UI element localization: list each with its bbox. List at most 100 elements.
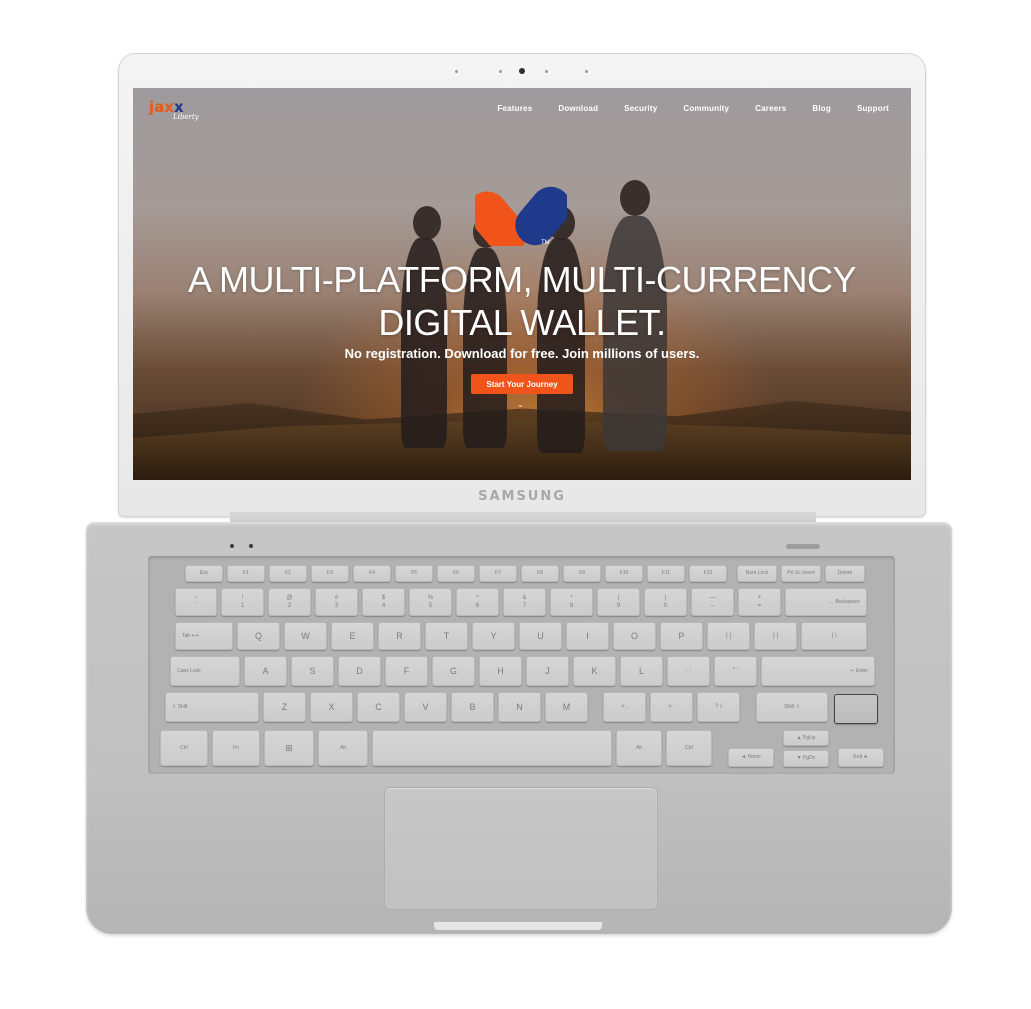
sensor-dot xyxy=(545,70,548,73)
nav-download[interactable]: Download xyxy=(558,104,598,113)
key-6[interactable]: ^ 6 xyxy=(456,588,499,616)
key-home[interactable]: ◄ Home xyxy=(728,748,774,767)
key-comma[interactable]: < , xyxy=(603,692,646,722)
key-left-ctrl[interactable]: Ctrl xyxy=(160,730,208,766)
nav-support[interactable]: Support xyxy=(857,104,889,113)
key-insert[interactable]: Prt Sc Insert xyxy=(781,565,821,582)
key-enter[interactable]: ↵ Enter xyxy=(761,656,875,686)
key-page-down[interactable]: ▼ PgDn xyxy=(783,750,829,767)
key-b[interactable]: B xyxy=(451,692,494,722)
key-x[interactable]: X xyxy=(310,692,353,722)
jaxx-logo-mark-icon: TM xyxy=(475,186,567,246)
hero-headline: A MULTI-PLATFORM, MULTI-CURRENCY DIGITAL… xyxy=(133,258,911,344)
trackpad[interactable] xyxy=(384,787,658,910)
windows-key-icon[interactable]: ⊞ xyxy=(264,730,314,766)
key-w[interactable]: W xyxy=(284,622,327,650)
key-f2[interactable]: F2 xyxy=(269,565,307,582)
key-i[interactable]: I xyxy=(566,622,609,650)
key-f9[interactable]: F9 xyxy=(563,565,601,582)
key-d[interactable]: D xyxy=(338,656,381,686)
power-button[interactable] xyxy=(786,544,820,549)
key-8[interactable]: * 8 xyxy=(550,588,593,616)
key-f6[interactable]: F6 xyxy=(437,565,475,582)
key-1[interactable]: ! 1 xyxy=(221,588,264,616)
key-f8[interactable]: F8 xyxy=(521,565,559,582)
key-right-bracket[interactable]: } ] xyxy=(754,622,797,650)
key-left-bracket[interactable]: { [ xyxy=(707,622,750,650)
key-page-up[interactable]: ▲ PgUp xyxy=(783,730,829,746)
key-f11[interactable]: F11 xyxy=(647,565,685,582)
key-t[interactable]: T xyxy=(425,622,468,650)
key-f10[interactable]: F10 xyxy=(605,565,643,582)
key-0[interactable]: ) 0 xyxy=(644,588,687,616)
nav-community[interactable]: Community xyxy=(683,104,729,113)
key-y[interactable]: Y xyxy=(472,622,515,650)
key-u[interactable]: U xyxy=(519,622,562,650)
nav-features[interactable]: Features xyxy=(497,104,532,113)
key-esc[interactable]: Esc xyxy=(185,565,223,582)
nav-careers[interactable]: Careers xyxy=(755,104,786,113)
key-f1[interactable]: F1 xyxy=(227,565,265,582)
key-e[interactable]: E xyxy=(331,622,374,650)
key-5[interactable]: % 5 xyxy=(409,588,452,616)
key-c[interactable]: C xyxy=(357,692,400,722)
key-minus[interactable]: — – xyxy=(691,588,734,616)
key-equals[interactable]: + = xyxy=(738,588,781,616)
key-r[interactable]: R xyxy=(378,622,421,650)
nav-security[interactable]: Security xyxy=(624,104,657,113)
key-s[interactable]: S xyxy=(291,656,334,686)
key-delete[interactable]: Delete xyxy=(825,565,865,582)
key-g[interactable]: G xyxy=(432,656,475,686)
key-fingerprint[interactable] xyxy=(834,694,878,724)
key-f4[interactable]: F4 xyxy=(353,565,391,582)
key-f7[interactable]: F7 xyxy=(479,565,517,582)
key-o[interactable]: O xyxy=(613,622,656,650)
key-7[interactable]: & 7 xyxy=(503,588,546,616)
key-left-alt[interactable]: Alt xyxy=(318,730,368,766)
key-9[interactable]: (9 xyxy=(597,588,640,616)
key-caps-lock[interactable]: Caps Lock xyxy=(170,656,240,686)
key-right-ctrl[interactable]: Ctrl xyxy=(666,730,712,766)
key-tab[interactable]: Tab ⟷ xyxy=(175,622,233,650)
key-j[interactable]: J xyxy=(526,656,569,686)
key-h[interactable]: H xyxy=(479,656,522,686)
key-f12[interactable]: F12 xyxy=(689,565,727,582)
nav-blog[interactable]: Blog xyxy=(812,104,831,113)
key-f3[interactable]: F3 xyxy=(311,565,349,582)
start-journey-button[interactable]: Start Your Journey xyxy=(471,374,573,394)
key-space[interactable] xyxy=(372,730,612,766)
site-logo[interactable]: jaxx Liberty xyxy=(149,100,199,121)
key-period[interactable]: > . xyxy=(650,692,693,722)
key-p[interactable]: P xyxy=(660,622,703,650)
key-right-alt[interactable]: Alt xyxy=(616,730,662,766)
key-slash[interactable]: ? / xyxy=(697,692,740,722)
key-4[interactable]: $4 xyxy=(362,588,405,616)
scroll-down-chevron-icon[interactable]: ⌄ xyxy=(517,400,524,409)
sensor-dot xyxy=(455,70,458,73)
hero-headline-line2: DIGITAL WALLET. xyxy=(378,302,666,343)
key-quote[interactable]: " ' xyxy=(714,656,757,686)
key-backspace[interactable]: ← Backspace xyxy=(785,588,867,616)
key-n[interactable]: N xyxy=(498,692,541,722)
key-a[interactable]: A xyxy=(244,656,287,686)
key-f[interactable]: F xyxy=(385,656,428,686)
key-k[interactable]: K xyxy=(573,656,616,686)
key-semicolon[interactable]: : ; xyxy=(667,656,710,686)
key-num-lock[interactable]: Num Lock xyxy=(737,565,777,582)
key-backslash[interactable]: | \ xyxy=(801,622,867,650)
key-m[interactable]: M xyxy=(545,692,588,722)
key-v[interactable]: V xyxy=(404,692,447,722)
key-end[interactable]: End ► xyxy=(838,748,884,767)
key-fn[interactable]: Fn xyxy=(212,730,260,766)
key-3[interactable]: #3 xyxy=(315,588,358,616)
webcam-icon xyxy=(519,68,525,74)
key-backtick[interactable]: ~ ` xyxy=(175,588,217,616)
key-left-shift[interactable]: ⇧ Shift xyxy=(165,692,259,722)
key-f5[interactable]: F5 xyxy=(395,565,433,582)
key-right-shift[interactable]: Shift ⇧ xyxy=(756,692,828,722)
key-z[interactable]: Z xyxy=(263,692,306,722)
logo-subtitle: Liberty xyxy=(173,113,199,121)
key-q[interactable]: Q xyxy=(237,622,280,650)
key-2[interactable]: @2 xyxy=(268,588,311,616)
key-l[interactable]: L xyxy=(620,656,663,686)
